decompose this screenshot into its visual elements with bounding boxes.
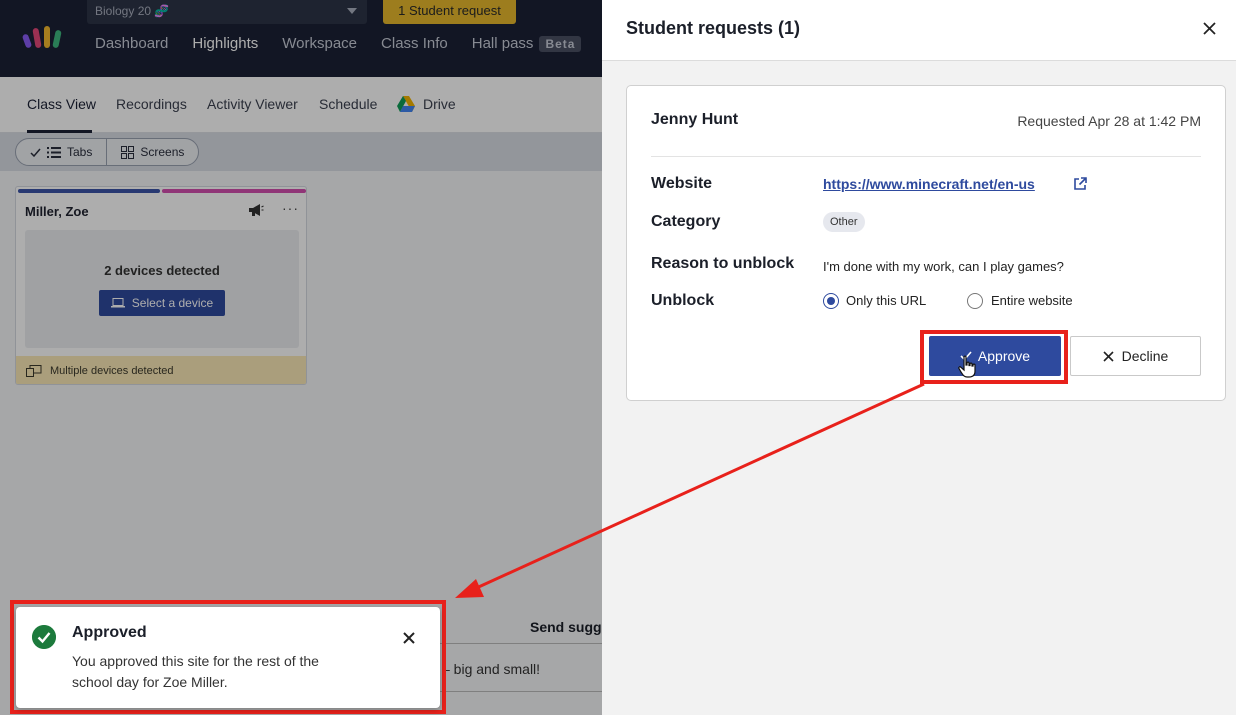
radio-entire-website-label[interactable]: Entire website: [991, 293, 1073, 308]
close-icon[interactable]: [402, 631, 416, 645]
close-icon[interactable]: [1203, 22, 1216, 35]
radio-only-this-url[interactable]: [823, 293, 839, 309]
website-label: Website: [651, 175, 713, 192]
toast-title: Approved: [72, 624, 147, 641]
check-circle-icon: [32, 625, 56, 649]
radio-only-this-url-label[interactable]: Only this URL: [846, 293, 926, 308]
drawer-title: Student requests (1): [626, 18, 801, 38]
request-timestamp: Requested Apr 28 at 1:42 PM: [1017, 113, 1201, 129]
category-label: Category: [651, 213, 721, 230]
unblock-label: Unblock: [651, 292, 715, 309]
radio-entire-website[interactable]: [967, 293, 983, 309]
toast-message: You approved this site for the rest of t…: [72, 653, 319, 690]
hand-cursor-icon: [958, 355, 976, 378]
close-icon: [1103, 350, 1114, 362]
external-link-icon[interactable]: [1073, 177, 1087, 191]
reason-label: Reason to unblock: [651, 255, 795, 272]
divider: [651, 156, 1201, 157]
approved-toast: Approved You approved this site for the …: [16, 607, 440, 708]
requesting-student-name: Jenny Hunt: [651, 111, 739, 128]
approve-label: Approve: [977, 348, 1031, 364]
decline-label: Decline: [1121, 348, 1169, 364]
decline-button[interactable]: Decline: [1070, 336, 1201, 376]
approve-button[interactable]: Approve: [929, 336, 1061, 376]
reason-text: I'm done with my work, can I play games?: [823, 259, 1064, 274]
drawer-header: Student requests (1): [602, 0, 1236, 61]
website-link[interactable]: https://www.minecraft.net/en-us: [823, 176, 1035, 192]
category-chip: Other: [823, 212, 865, 232]
